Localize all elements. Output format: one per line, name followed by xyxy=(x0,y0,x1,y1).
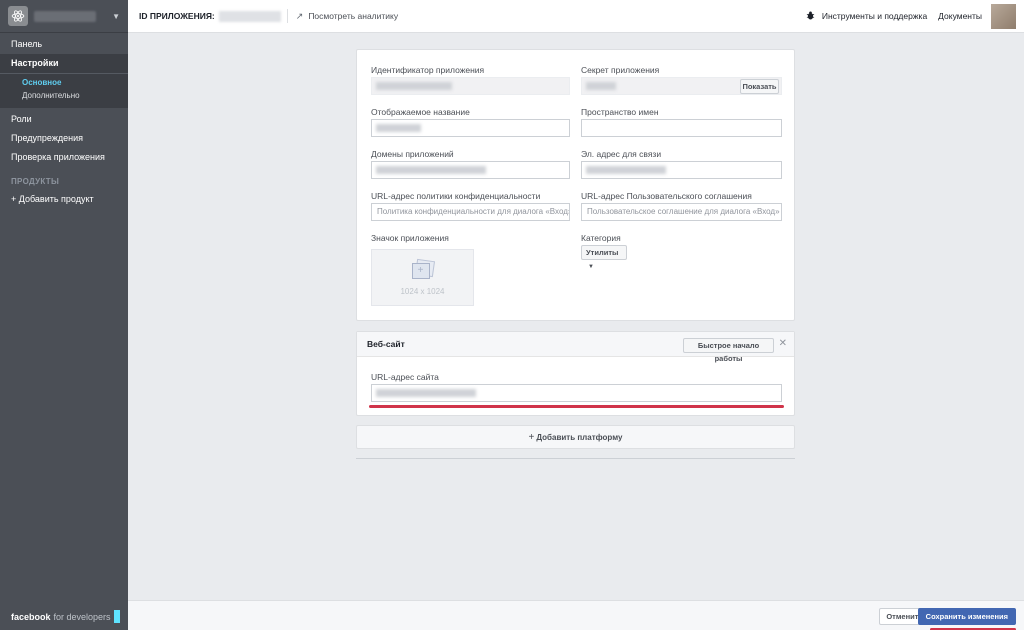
category-value: Утилиты xyxy=(586,248,619,257)
image-upload-icon: + xyxy=(411,258,435,280)
bottom-action-bar: Отменить Сохранить изменения xyxy=(128,600,1024,630)
sidebar: ▼ Панель Настройки Основное Дополнительн… xyxy=(0,0,128,630)
contact-email-field-label: Эл. адрес для связи xyxy=(581,149,662,159)
namespace-field[interactable] xyxy=(581,119,782,137)
tools-support-label: Инструменты и поддержка xyxy=(821,11,928,21)
app-id-redacted xyxy=(376,82,452,90)
sidebar-subitem-basic[interactable]: Основное xyxy=(0,76,128,89)
display-name-redacted xyxy=(376,124,421,132)
caret-down-icon: ▼ xyxy=(588,264,594,270)
app-icon-size: 1024 x 1024 xyxy=(400,286,445,296)
app-icon-label: Значок приложения xyxy=(371,233,449,243)
sidebar-item-alerts[interactable]: Предупреждения xyxy=(0,129,128,148)
save-changes-button[interactable]: Сохранить изменения xyxy=(917,608,1016,625)
sidebar-item-dashboard[interactable]: Панель xyxy=(0,35,128,54)
close-icon[interactable]: ✕ xyxy=(779,338,787,349)
app-domains-field[interactable] xyxy=(371,161,570,179)
site-url-field-label: URL-адрес сайта xyxy=(371,372,439,382)
caret-down-icon[interactable]: ▼ xyxy=(112,12,120,21)
divider xyxy=(356,458,795,459)
fb-developers-logo: facebook for developers xyxy=(11,610,120,623)
app-icon-upload[interactable]: + 1024 x 1024 xyxy=(371,249,474,306)
highlight-underline xyxy=(369,405,784,408)
privacy-url-field-label: URL-адрес политики конфиденциальности xyxy=(371,191,541,201)
tools-support-link[interactable]: Инструменты и поддержка xyxy=(806,10,928,22)
terms-url-field[interactable]: Пользовательское соглашение для диалога … xyxy=(581,203,782,221)
footer-brand: facebook xyxy=(11,611,51,622)
app-id-value-redacted xyxy=(218,10,281,22)
add-platform-label: Добавить платформу xyxy=(536,432,623,442)
divider xyxy=(286,9,288,23)
sidebar-item-roles[interactable]: Роли xyxy=(0,110,128,129)
terms-url-field-label: URL-адрес Пользовательского соглашения xyxy=(581,191,752,201)
show-secret-button[interactable]: Показать xyxy=(740,79,779,94)
top-bar: ID ПРИЛОЖЕНИЯ: ↗ Посмотреть аналитику Ин… xyxy=(128,0,1024,33)
category-label: Категория xyxy=(581,233,621,243)
site-url-field[interactable] xyxy=(371,384,782,402)
app-switcher[interactable]: ▼ xyxy=(0,0,128,33)
footer-suffix: for developers xyxy=(53,611,111,622)
sidebar-item-app-review[interactable]: Проверка приложения xyxy=(0,148,128,167)
app-id-field xyxy=(371,77,570,95)
site-url-redacted xyxy=(376,389,476,397)
avatar[interactable] xyxy=(991,3,1016,29)
website-title: Веб-сайт xyxy=(367,339,405,349)
app-secret-field-label: Секрет приложения xyxy=(581,65,660,75)
docs-link[interactable]: Документы xyxy=(938,11,982,21)
app-id-label: ID ПРИЛОЖЕНИЯ: xyxy=(139,11,215,21)
app-name-redacted xyxy=(34,10,96,22)
trend-up-icon: ↗ xyxy=(295,10,304,21)
plus-icon: + xyxy=(528,431,535,443)
logo-cursor-icon xyxy=(113,610,120,623)
contact-email-field[interactable] xyxy=(581,161,782,179)
products-section-heading: ПРОДУКТЫ xyxy=(11,177,60,186)
view-analytics-link[interactable]: ↗ Посмотреть аналитику xyxy=(296,11,398,22)
view-analytics-label: Посмотреть аналитику xyxy=(308,11,399,21)
app-react-icon xyxy=(8,6,28,26)
display-name-field-label: Отображаемое название xyxy=(371,107,470,117)
category-dropdown[interactable]: Утилиты ▼ xyxy=(581,245,627,270)
quick-start-button[interactable]: Быстрое начало работы xyxy=(683,338,774,363)
sidebar-item-settings[interactable]: Настройки xyxy=(0,54,128,73)
add-platform-button[interactable]: + Добавить платформу xyxy=(356,425,795,449)
app-domains-field-label: Домены приложений xyxy=(371,149,454,159)
app-id-field-label: Идентификатор приложения xyxy=(371,65,485,75)
bug-icon xyxy=(806,10,815,22)
sidebar-subitem-advanced[interactable]: Дополнительно xyxy=(0,89,128,102)
namespace-field-label: Пространство имен xyxy=(581,107,659,117)
display-name-field[interactable] xyxy=(371,119,570,137)
website-platform-card: Веб-сайт Быстрое начало работы ✕ URL-адр… xyxy=(356,331,795,416)
add-product-link[interactable]: + Добавить продукт xyxy=(0,190,128,209)
app-domains-redacted xyxy=(376,166,486,174)
privacy-url-field[interactable]: Политика конфиденциальности для диалога … xyxy=(371,203,570,221)
settings-submenu: Основное Дополнительно xyxy=(0,73,128,108)
contact-email-redacted xyxy=(586,166,666,174)
basic-settings-card: Идентификатор приложения Секрет приложен… xyxy=(356,49,795,321)
app-secret-redacted xyxy=(586,82,616,90)
